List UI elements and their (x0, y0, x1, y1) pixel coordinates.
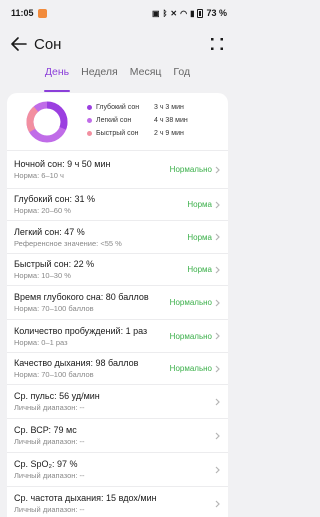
row-avg-spo2[interactable]: Ср. SpO₂: 97 % Личный диапазон: -- (7, 452, 228, 486)
status-label: Нормально (169, 331, 212, 341)
row-subtitle: Личный диапазон: -- (14, 403, 85, 412)
row-deep-sleep[interactable]: Глубокий сон: 31 % Норма: 20–60 % Норма (7, 188, 228, 220)
clock: 11:05 (11, 8, 34, 18)
chevron-right-icon (215, 266, 220, 273)
row-title: Ср. ВСР: 79 мс (14, 425, 77, 435)
status-label: Норма (187, 265, 212, 274)
row-subtitle: Норма: 0–1 раз (14, 337, 68, 347)
legend-row-rem: Быстрый сон 2 ч 9 мин (87, 127, 221, 140)
page-title: Сон (34, 35, 62, 53)
row-avg-breathing-rate[interactable]: Ср. частота дыхания: 15 вдох/мин Личный д… (7, 486, 228, 517)
mute-icon: ✕ (170, 8, 178, 18)
app-notification-icon (37, 8, 47, 18)
row-subtitle: Норма: 6–10 ч (14, 171, 64, 180)
tab-year[interactable]: Год (172, 64, 191, 88)
row-subtitle: Норма: 70–100 баллов (14, 304, 94, 313)
row-title: Качество дыхания: 98 баллов (14, 358, 139, 368)
row-title: Время глубокого сна: 80 баллов (14, 292, 149, 302)
legend-row-light: Легкий сон 4 ч 38 мин (87, 114, 221, 127)
chevron-right-icon (215, 432, 220, 439)
row-title: Ср. пульс: 56 уд/мин (14, 391, 100, 401)
legend-label: Легкий сон (96, 117, 132, 124)
row-subtitle: Норма: 70–100 баллов (14, 370, 94, 379)
sleep-summary: Глубокий сон 3 ч 3 мин Легкий сон 4 ч 38… (7, 93, 228, 150)
chevron-right-icon (215, 166, 220, 173)
row-title: Глубокий сон: 31 % (14, 194, 95, 204)
status-label: Нормально (169, 364, 212, 373)
legend-label: Глубокий сон (96, 104, 140, 111)
back-arrow-icon[interactable] (10, 35, 28, 53)
sleep-details-card: Глубокий сон 3 ч 3 мин Легкий сон 4 ч 38… (7, 93, 228, 517)
nfc-icon: ▣ (152, 8, 160, 18)
row-light-sleep[interactable]: Легкий сон: 47 % Референсное значение: <5… (7, 220, 228, 253)
wifi-icon: ◠ (180, 8, 188, 18)
row-title: Ср. SpO₂: 97 % (14, 459, 78, 469)
battery-percent: 73 % (206, 8, 227, 18)
row-title: Быстрый сон: 22 % (14, 259, 95, 269)
row-subtitle: Личный диапазон: -- (14, 437, 85, 446)
period-tabs: День Неделя Месяц Год (0, 64, 235, 92)
legend-dot-rem (87, 131, 92, 136)
chevron-right-icon (215, 398, 220, 405)
row-night-sleep[interactable]: Ночной сон: 9 ч 50 мин Норма: 6–10 ч Норм… (7, 150, 228, 188)
status-bar: 11:05 ▣ ᛒ ✕ ◠ ▮ 73 % (0, 0, 235, 26)
legend-row-deep: Глубокий сон 3 ч 3 мин (87, 101, 221, 114)
row-subtitle: Личный диапазон: -- (14, 471, 85, 480)
sleep-legend: Глубокий сон 3 ч 3 мин Легкий сон 4 ч 38… (87, 101, 221, 140)
legend-label: Быстрый сон (96, 130, 139, 137)
row-breathing-quality[interactable]: Качество дыхания: 98 баллов Норма: 70–100… (7, 352, 228, 384)
chevron-right-icon (215, 466, 220, 473)
chevron-right-icon (215, 332, 220, 340)
row-subtitle: Норма: 10–30 % (14, 271, 71, 280)
row-wakeups[interactable]: Количество пробуждений: 1 раз Норма: 0–1 … (7, 319, 228, 352)
expand-icon[interactable] (209, 36, 225, 52)
row-rem-sleep[interactable]: Быстрый сон: 22 % Норма: 10–30 % Норма (7, 253, 228, 285)
tab-month[interactable]: Месяц (129, 64, 163, 88)
legend-value: 4 ч 38 мин (154, 117, 188, 124)
status-label: Норма (187, 232, 212, 242)
status-label: Нормально (169, 165, 212, 174)
row-avg-hrv[interactable]: Ср. ВСР: 79 мс Личный диапазон: -- (7, 418, 228, 452)
chevron-right-icon (215, 500, 220, 507)
row-avg-heart-rate[interactable]: Ср. пульс: 56 уд/мин Личный диапазон: -- (7, 384, 228, 418)
row-subtitle: Референсное значение: <55 % (14, 238, 122, 248)
signal-icon: ▮ (190, 8, 195, 18)
chevron-right-icon (215, 299, 220, 306)
legend-value: 2 ч 9 мин (154, 130, 184, 137)
legend-value: 3 ч 3 мин (154, 104, 184, 111)
tab-week[interactable]: Неделя (80, 64, 119, 88)
legend-dot-deep (87, 105, 92, 110)
app-header: Сон (0, 26, 235, 62)
status-right: ▣ ᛒ ✕ ◠ ▮ 73 % (152, 8, 227, 18)
legend-dot-light (87, 118, 92, 123)
row-subtitle: Норма: 20–60 % (14, 206, 71, 215)
row-title: Легкий сон: 47 % (14, 226, 85, 237)
sleep-stage-donut (26, 101, 68, 142)
row-title: Ср. частота дыхания: 15 вдох/мин (14, 493, 157, 503)
row-subtitle: Личный диапазон: -- (14, 505, 85, 514)
status-label: Нормально (169, 298, 212, 307)
status-label: Норма (187, 200, 212, 209)
row-title: Ночной сон: 9 ч 50 мин (14, 159, 111, 169)
bluetooth-icon: ᛒ (162, 8, 168, 18)
chevron-right-icon (215, 233, 220, 241)
battery-icon (197, 8, 204, 18)
chevron-right-icon (215, 201, 220, 208)
tab-day[interactable]: День (43, 64, 71, 92)
status-left: 11:05 (11, 8, 47, 18)
row-deep-sleep-time[interactable]: Время глубокого сна: 80 баллов Норма: 70–… (7, 285, 228, 319)
chevron-right-icon (215, 365, 220, 372)
row-title: Количество пробуждений: 1 раз (14, 325, 148, 336)
